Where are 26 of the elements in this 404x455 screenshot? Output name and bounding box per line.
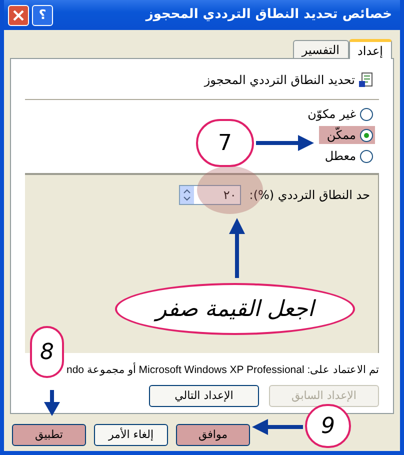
radio-button[interactable] [360,128,373,142]
help-button[interactable]: ؟ [32,4,53,26]
supported-on-text: تم الاعتماد على: Microsoft Windows XP Professional أو مجموعة ndo [66,363,380,378]
arrow [44,390,60,416]
dialog-button[interactable]: موافق [176,424,250,446]
close-button[interactable] [8,4,29,26]
radio-option[interactable]: غير مكوّن [300,105,375,123]
arrow [252,419,303,435]
radio-option[interactable]: ممكّن [318,126,375,144]
nav-button[interactable]: الإعداد التالي [149,384,259,407]
arrow [229,218,245,278]
field-label: حد النطاق الترددي (%): [249,187,370,204]
dialog-button[interactable]: إلغاء الأمر [94,424,168,446]
tab[interactable]: إعداد [348,39,392,59]
spinner-icon[interactable] [180,186,194,204]
radio-option[interactable]: معطل [316,147,375,165]
radio-button[interactable] [360,150,373,162]
close-icon [13,10,24,20]
setting-title: تحديد النطاق الترددي المحجوز [204,72,355,89]
tab[interactable]: التفسير [292,40,349,58]
arrow [256,135,314,151]
spin-field[interactable]: ٢٠ [179,185,242,205]
policy-icon [359,72,375,88]
window-title: خصائص تحديد النطاق الترددي المحجوز [146,6,393,24]
radio-button[interactable] [360,108,373,120]
dialog-button[interactable]: تطبيق [12,424,86,446]
